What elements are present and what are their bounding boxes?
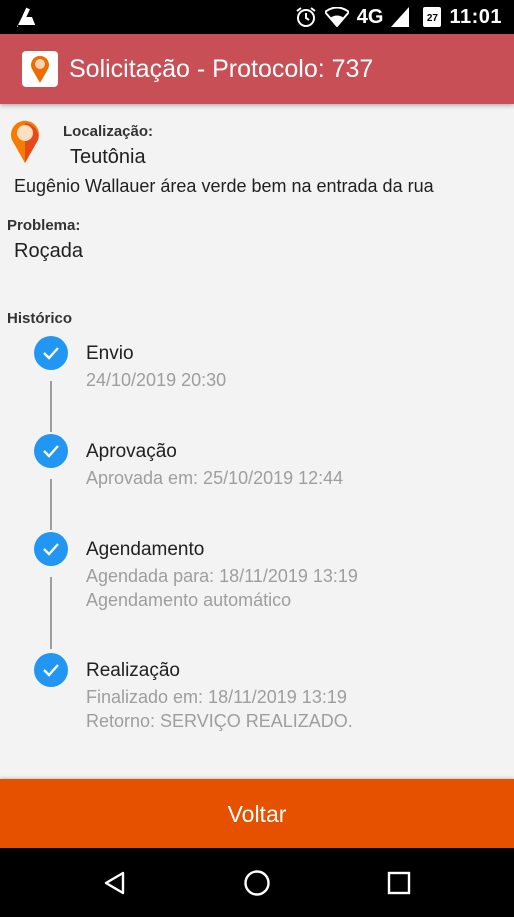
history-step-detail: Agendada para: 18/11/2019 13:19: [86, 566, 358, 586]
problem-label: Problema:: [7, 217, 81, 234]
page-title: Solicitação - Protocolo: 737: [69, 55, 374, 83]
nav-home-button[interactable]: [227, 848, 287, 917]
network-type: 4G: [356, 5, 384, 28]
calendar-day: 27: [426, 13, 438, 24]
wifi-icon: [324, 7, 349, 27]
location-city: Teutônia: [70, 146, 146, 168]
nav-back-button[interactable]: [85, 848, 145, 917]
clock-time: 11:01: [449, 5, 502, 28]
check-circle-icon: [34, 336, 68, 370]
status-bar: 4G 27 11:01: [0, 0, 514, 34]
home-circle-icon: [244, 869, 270, 896]
history-label: Histórico: [7, 310, 73, 327]
system-nav-bar: [0, 848, 514, 917]
history-step-title: Realização: [86, 660, 180, 681]
app-bar: Solicitação - Protocolo: 737: [0, 34, 514, 104]
timeline-connector: [50, 479, 52, 530]
timeline-connector: [50, 577, 52, 649]
check-circle-icon: [34, 434, 68, 468]
map-pin-logo-icon: [22, 51, 58, 87]
history-step-title: Envio: [86, 343, 134, 364]
cell-signal-icon: [391, 7, 410, 27]
cleaner-broom-icon: [17, 7, 36, 27]
check-circle-icon: [34, 532, 68, 566]
check-circle-icon: [34, 653, 68, 687]
problem-value: Roçada: [14, 240, 83, 262]
history-step-detail: Retorno: SERVIÇO REALIZADO.: [86, 711, 353, 731]
history-step-detail: Agendamento automático: [86, 590, 292, 610]
back-button[interactable]: Voltar: [0, 779, 514, 848]
timeline-connector: [50, 381, 52, 432]
recents-square-icon: [387, 871, 411, 894]
calendar-icon: 27: [423, 7, 442, 27]
history-step-title: Agendamento: [86, 539, 205, 560]
history-step-title: Aprovação: [86, 441, 177, 462]
back-triangle-icon: [104, 871, 125, 894]
alarm-clock-icon: [296, 7, 316, 27]
location-label: Localização:: [63, 123, 154, 140]
location-address: Eugênio Wallauer área verde bem na entra…: [14, 176, 434, 196]
history-step-detail: Aprovada em: 25/10/2019 12:44: [86, 468, 344, 488]
history-step-detail: 24/10/2019 20:30: [86, 370, 227, 390]
map-pin-icon: [11, 120, 39, 163]
nav-recents-button[interactable]: [369, 848, 429, 917]
history-step-detail: Finalizado em: 18/11/2019 13:19: [86, 687, 347, 707]
